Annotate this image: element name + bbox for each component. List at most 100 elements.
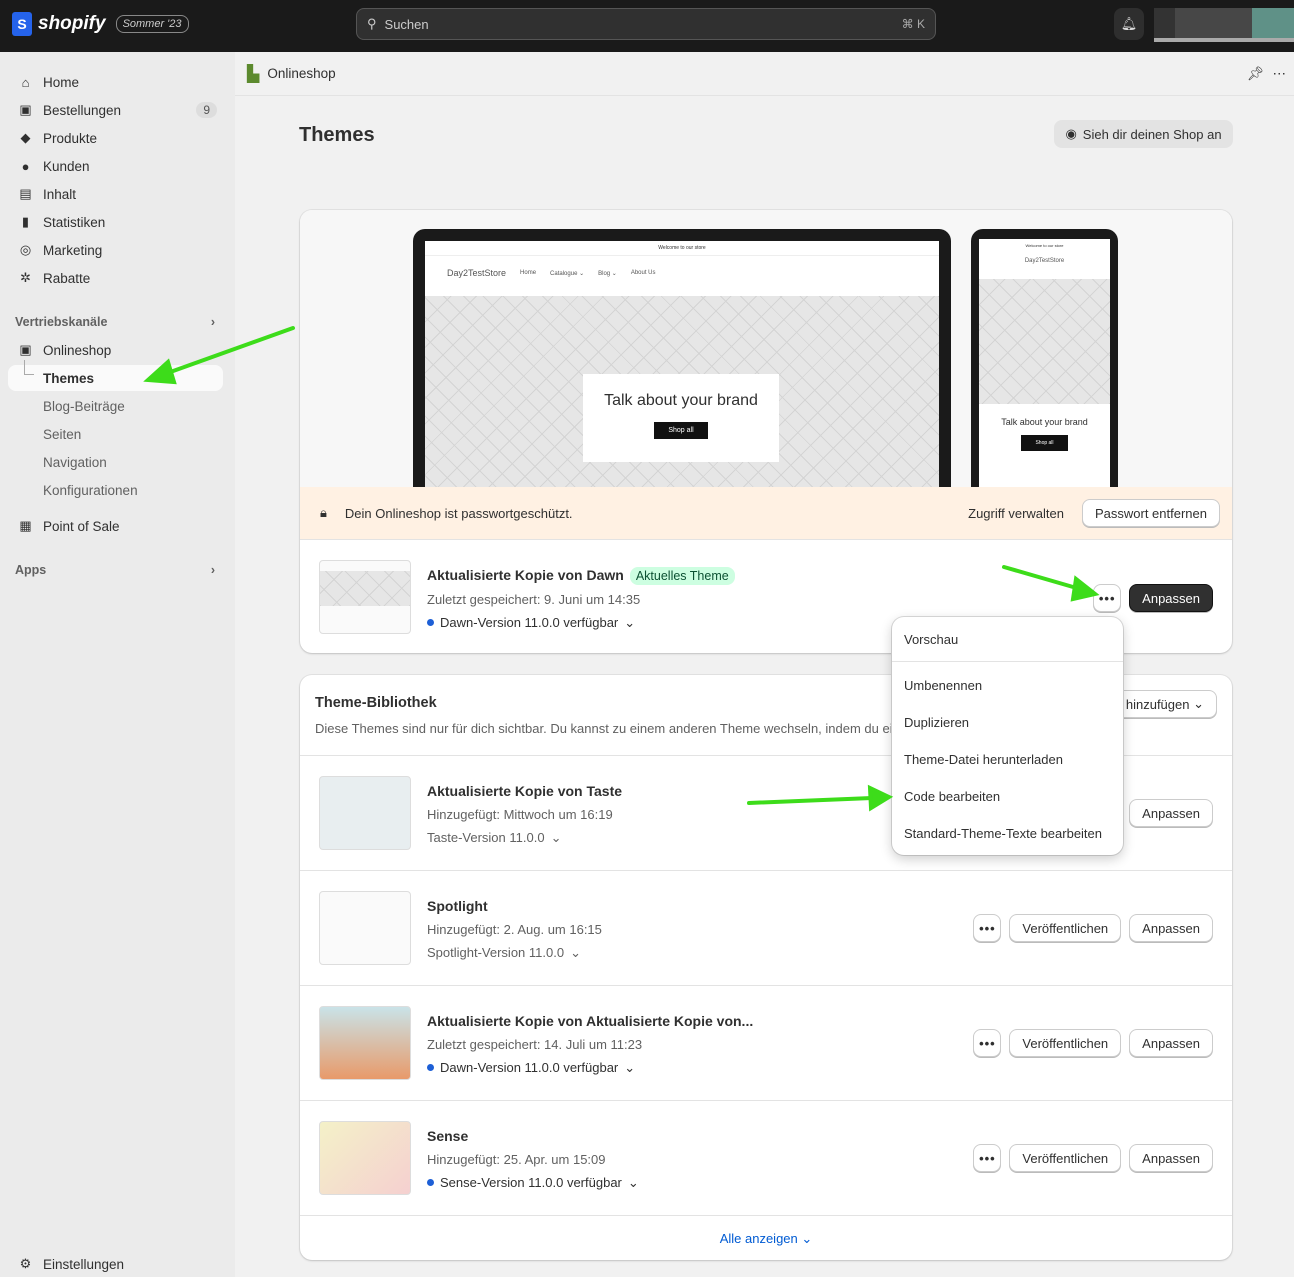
announcement-bar: Welcome to our store bbox=[425, 241, 939, 256]
manage-access-link[interactable]: Zugriff verwalten bbox=[968, 506, 1064, 521]
brand-name: shopify bbox=[38, 13, 106, 34]
publish-button[interactable]: Veröffentlichen bbox=[1009, 1029, 1122, 1057]
customize-button[interactable]: Anpassen bbox=[1129, 799, 1213, 827]
sidebar-item-kunden[interactable]: ● Kunden bbox=[8, 153, 223, 179]
sidebar-item-point-of-sale[interactable]: ▦ Point of Sale bbox=[8, 513, 223, 539]
more-actions-button[interactable]: ••• bbox=[973, 1029, 1002, 1057]
eye-icon: ◉ bbox=[1065, 126, 1077, 141]
tree-connector bbox=[24, 360, 34, 375]
sidebar-item-label: Bestellungen bbox=[43, 102, 122, 118]
pin-icon[interactable]: 📌︎ bbox=[1247, 66, 1264, 82]
sidebar-item-rabatte[interactable]: ✲ Rabatte bbox=[8, 265, 223, 291]
sidebar-item-label: Rabatte bbox=[43, 270, 91, 286]
password-text: Dein Onlineshop ist passwortgeschützt. bbox=[344, 505, 573, 521]
theme-thumbnail bbox=[319, 560, 411, 634]
announcement-bar: Welcome to our store bbox=[1025, 243, 1064, 248]
menu-item-duplicate[interactable]: Duplizieren bbox=[904, 715, 969, 730]
apps-header[interactable]: Apps › bbox=[15, 563, 215, 577]
customize-button[interactable]: Anpassen bbox=[1129, 1029, 1213, 1057]
sidebar-item-produkte[interactable]: ◆ Produkte bbox=[8, 125, 223, 151]
search-icon: ⚲ bbox=[367, 16, 377, 31]
customize-button[interactable]: Anpassen bbox=[1129, 914, 1213, 942]
publish-button[interactable]: Veröffentlichen bbox=[1009, 1144, 1122, 1172]
sidebar-item-label: Home bbox=[43, 74, 80, 90]
chevron-down-icon: ⌄ bbox=[624, 1060, 636, 1075]
shop-all-button: Shop all bbox=[1021, 435, 1068, 451]
menu-item-preview[interactable]: Vorschau bbox=[904, 632, 958, 647]
customize-button[interactable]: Anpassen bbox=[1129, 584, 1213, 612]
account-menu[interactable] bbox=[1154, 8, 1294, 42]
menu-item-rename[interactable]: Umbenennen bbox=[904, 678, 982, 693]
sidebar-item-label: Themes bbox=[43, 370, 95, 386]
menu-item-edit-default-texts[interactable]: Standard-Theme-Texte bearbeiten bbox=[904, 826, 1102, 841]
onlineshop-icon: ▙ bbox=[247, 65, 260, 83]
sidebar-item-label: Blog-Beiträge bbox=[43, 398, 125, 414]
version-dropdown[interactable]: Dawn-Version 11.0.0 verfügbar ⌄ bbox=[427, 611, 735, 634]
chevron-down-icon: ⌄ bbox=[624, 615, 636, 630]
theme-thumbnail bbox=[319, 1006, 411, 1080]
sidebar-item-label: Point of Sale bbox=[43, 518, 120, 534]
chevron-down-icon: ⌄ bbox=[570, 945, 581, 960]
menu-item-download[interactable]: Theme-Datei herunterladen bbox=[904, 752, 1063, 767]
nav-home: Home bbox=[520, 270, 537, 276]
sidebar-item-marketing[interactable]: ◎ Marketing bbox=[8, 237, 223, 263]
show-all-link[interactable]: Alle anzeigen ⌄ bbox=[300, 1215, 1232, 1260]
more-actions-button[interactable]: ••• bbox=[973, 914, 1002, 942]
sidebar-subitem-blog-beiträge[interactable]: Blog-Beiträge bbox=[8, 393, 223, 419]
sidebar-item-bestellungen[interactable]: ▣ Bestellungen 9 bbox=[8, 97, 223, 123]
theme-thumbnail bbox=[319, 891, 411, 965]
sidebar-item-inhalt[interactable]: ▤ Inhalt bbox=[8, 181, 223, 207]
sidebar-subitem-navigation[interactable]: Navigation bbox=[8, 449, 223, 475]
breadcrumb-label[interactable]: Onlineshop bbox=[267, 66, 335, 81]
sales-channels-header[interactable]: Vertriebskanäle › bbox=[15, 315, 215, 329]
version-label: Spotlight-Version 11.0.0 bbox=[427, 945, 565, 960]
sidebar-item-statistiken[interactable]: ▮ Statistiken bbox=[8, 209, 223, 235]
sidebar-item-onlineshop[interactable]: ▣ Onlineshop bbox=[8, 337, 223, 363]
hero-heading: Talk about your brand bbox=[604, 392, 758, 409]
store-name: Day2TestStore bbox=[1024, 258, 1065, 264]
theme-name: Aktualisierte Kopie von Taste bbox=[427, 783, 623, 799]
mobile-preview: Welcome to our store Day2TestStore Talk … bbox=[971, 229, 1118, 487]
version-dropdown[interactable]: Dawn-Version 11.0.0 verfügbar ⌄ bbox=[427, 1056, 753, 1079]
version-dropdown[interactable]: Sense-Version 11.0.0 verfügbar ⌄ bbox=[427, 1171, 639, 1194]
apps-label: Apps bbox=[15, 563, 47, 577]
lock-icon: 🔒︎ bbox=[320, 505, 327, 520]
shopify-logo[interactable]: S shopify Sommer '23 bbox=[12, 12, 189, 36]
view-shop-button[interactable]: ◉ Sieh dir deinen Shop an bbox=[1054, 120, 1233, 148]
edition-badge[interactable]: Sommer '23 bbox=[115, 15, 189, 33]
sidebar-item-home[interactable]: ⌂ Home bbox=[8, 69, 223, 95]
version-dropdown[interactable]: Taste-Version 11.0.0 ⌄ bbox=[427, 826, 622, 849]
library-title: Theme-Bibliothek bbox=[315, 695, 437, 711]
sidebar-item-label: Inhalt bbox=[43, 186, 77, 202]
version-label: Sense-Version 11.0.0 verfügbar bbox=[440, 1175, 622, 1190]
menu-divider bbox=[892, 661, 1123, 662]
content-icon: ▤ bbox=[19, 186, 32, 201]
publish-button[interactable]: Veröffentlichen bbox=[1009, 914, 1122, 942]
bar-chart-icon: ▮ bbox=[21, 214, 30, 229]
password-banner: 🔒︎ Dein Onlineshop ist passwortgeschützt… bbox=[300, 487, 1232, 539]
hero-text-box: Talk about your brand Shop all bbox=[979, 417, 1110, 451]
version-dropdown[interactable]: Spotlight-Version 11.0.0 ⌄ bbox=[427, 941, 602, 964]
chevron-down-icon: ⌄ bbox=[627, 1175, 639, 1190]
home-icon: ⌂ bbox=[21, 74, 30, 90]
update-dot-icon bbox=[427, 619, 434, 626]
nav-about: About Us bbox=[630, 270, 656, 276]
menu-item-edit-code[interactable]: Code bearbeiten bbox=[904, 789, 1000, 804]
orders-count-badge: 9 bbox=[196, 102, 217, 118]
target-icon: ◎ bbox=[19, 242, 32, 257]
theme-name: Aktualisierte Kopie von Aktualisierte Ko… bbox=[427, 1013, 754, 1029]
notification-bell-icon[interactable]: 🔔︎ bbox=[1114, 8, 1144, 40]
more-actions-button[interactable]: ••• bbox=[973, 1144, 1002, 1172]
search-input[interactable]: ⚲ Suchen ⌘ K bbox=[356, 8, 936, 40]
remove-password-button[interactable]: Passwort entfernen bbox=[1081, 499, 1220, 527]
more-actions-button[interactable]: ••• bbox=[1093, 584, 1122, 612]
top-bar: S shopify Sommer '23 ⚲ Suchen ⌘ K 🔔︎ bbox=[0, 0, 1294, 52]
theme-thumbnail bbox=[319, 776, 411, 850]
customize-button[interactable]: Anpassen bbox=[1129, 1144, 1213, 1172]
sidebar-subitem-konfigurationen[interactable]: Konfigurationen bbox=[8, 477, 223, 503]
sidebar-item-settings[interactable]: ⚙ Einstellungen bbox=[8, 1251, 223, 1277]
more-icon[interactable]: ⋯ bbox=[1273, 66, 1287, 82]
sidebar-subitem-themes[interactable]: Themes bbox=[8, 365, 223, 391]
sidebar-subitem-seiten[interactable]: Seiten bbox=[8, 421, 223, 447]
nav-catalogue: Catalogue ⌄ bbox=[550, 270, 585, 277]
